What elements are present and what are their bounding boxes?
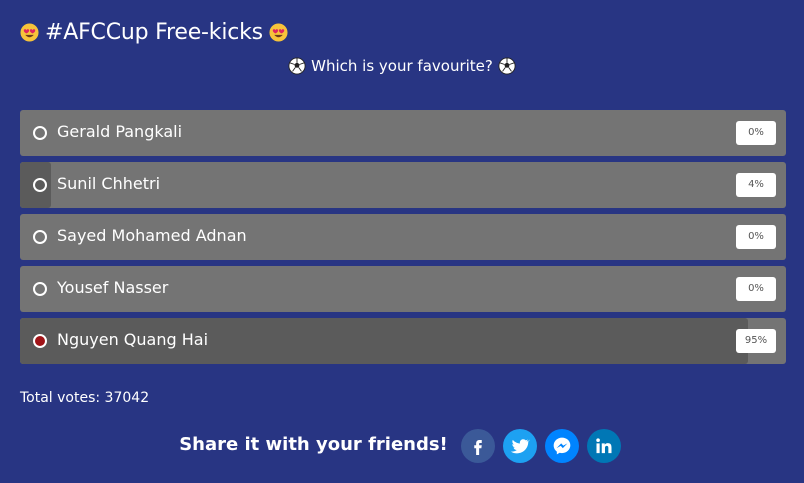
heart-eyes-emoji-icon bbox=[20, 22, 39, 42]
option-label: Nguyen Quang Hai bbox=[57, 330, 209, 349]
facebook-share-button[interactable] bbox=[460, 429, 495, 463]
twitter-share-button[interactable] bbox=[502, 429, 537, 463]
option-label: Sayed Mohamed Adnan bbox=[57, 226, 247, 245]
option-percent-badge: 0% bbox=[736, 121, 776, 145]
messenger-share-button[interactable] bbox=[544, 429, 579, 463]
option-percent-badge: 0% bbox=[736, 277, 776, 301]
option-percent-badge: 4% bbox=[736, 173, 776, 197]
share-bar: Share it with your friends! bbox=[0, 429, 804, 463]
total-votes: Total votes: 37042 bbox=[20, 390, 150, 406]
poll-option[interactable]: Nguyen Quang Hai 95% bbox=[20, 318, 786, 364]
linkedin-share-button[interactable] bbox=[586, 429, 621, 463]
poll-option[interactable]: Gerald Pangkali 0% bbox=[20, 110, 786, 156]
option-radio[interactable] bbox=[33, 178, 47, 192]
poll-question-text: Which is your favourite? bbox=[311, 57, 493, 75]
option-radio[interactable] bbox=[33, 282, 47, 296]
soccer-ball-icon bbox=[498, 57, 516, 75]
poll-title-text: #AFCCup Free-kicks bbox=[45, 19, 263, 45]
poll-title: #AFCCup Free-kicks bbox=[20, 17, 288, 47]
option-label: Sunil Chhetri bbox=[57, 174, 161, 193]
soccer-ball-icon bbox=[288, 57, 306, 75]
option-radio[interactable] bbox=[33, 126, 47, 140]
messenger-icon bbox=[553, 437, 571, 455]
option-radio[interactable] bbox=[33, 334, 47, 348]
option-label: Gerald Pangkali bbox=[57, 122, 183, 141]
share-text: Share it with your friends! bbox=[179, 433, 448, 455]
poll-option[interactable]: Sayed Mohamed Adnan 0% bbox=[20, 214, 786, 260]
heart-eyes-emoji-icon bbox=[269, 22, 288, 42]
option-percent-badge: 95% bbox=[736, 329, 776, 353]
poll-question: Which is your favourite? bbox=[0, 57, 804, 75]
poll-option[interactable]: Yousef Nasser 0% bbox=[20, 266, 786, 312]
facebook-icon bbox=[474, 440, 482, 455]
twitter-icon bbox=[510, 439, 530, 454]
poll-options: Gerald Pangkali 0% Sunil Chhetri 4% Saye… bbox=[20, 110, 786, 370]
poll-option[interactable]: Sunil Chhetri 4% bbox=[20, 162, 786, 208]
linkedin-icon bbox=[596, 438, 612, 454]
option-percent-badge: 0% bbox=[736, 225, 776, 249]
option-radio[interactable] bbox=[33, 230, 47, 244]
option-label: Yousef Nasser bbox=[57, 278, 169, 297]
